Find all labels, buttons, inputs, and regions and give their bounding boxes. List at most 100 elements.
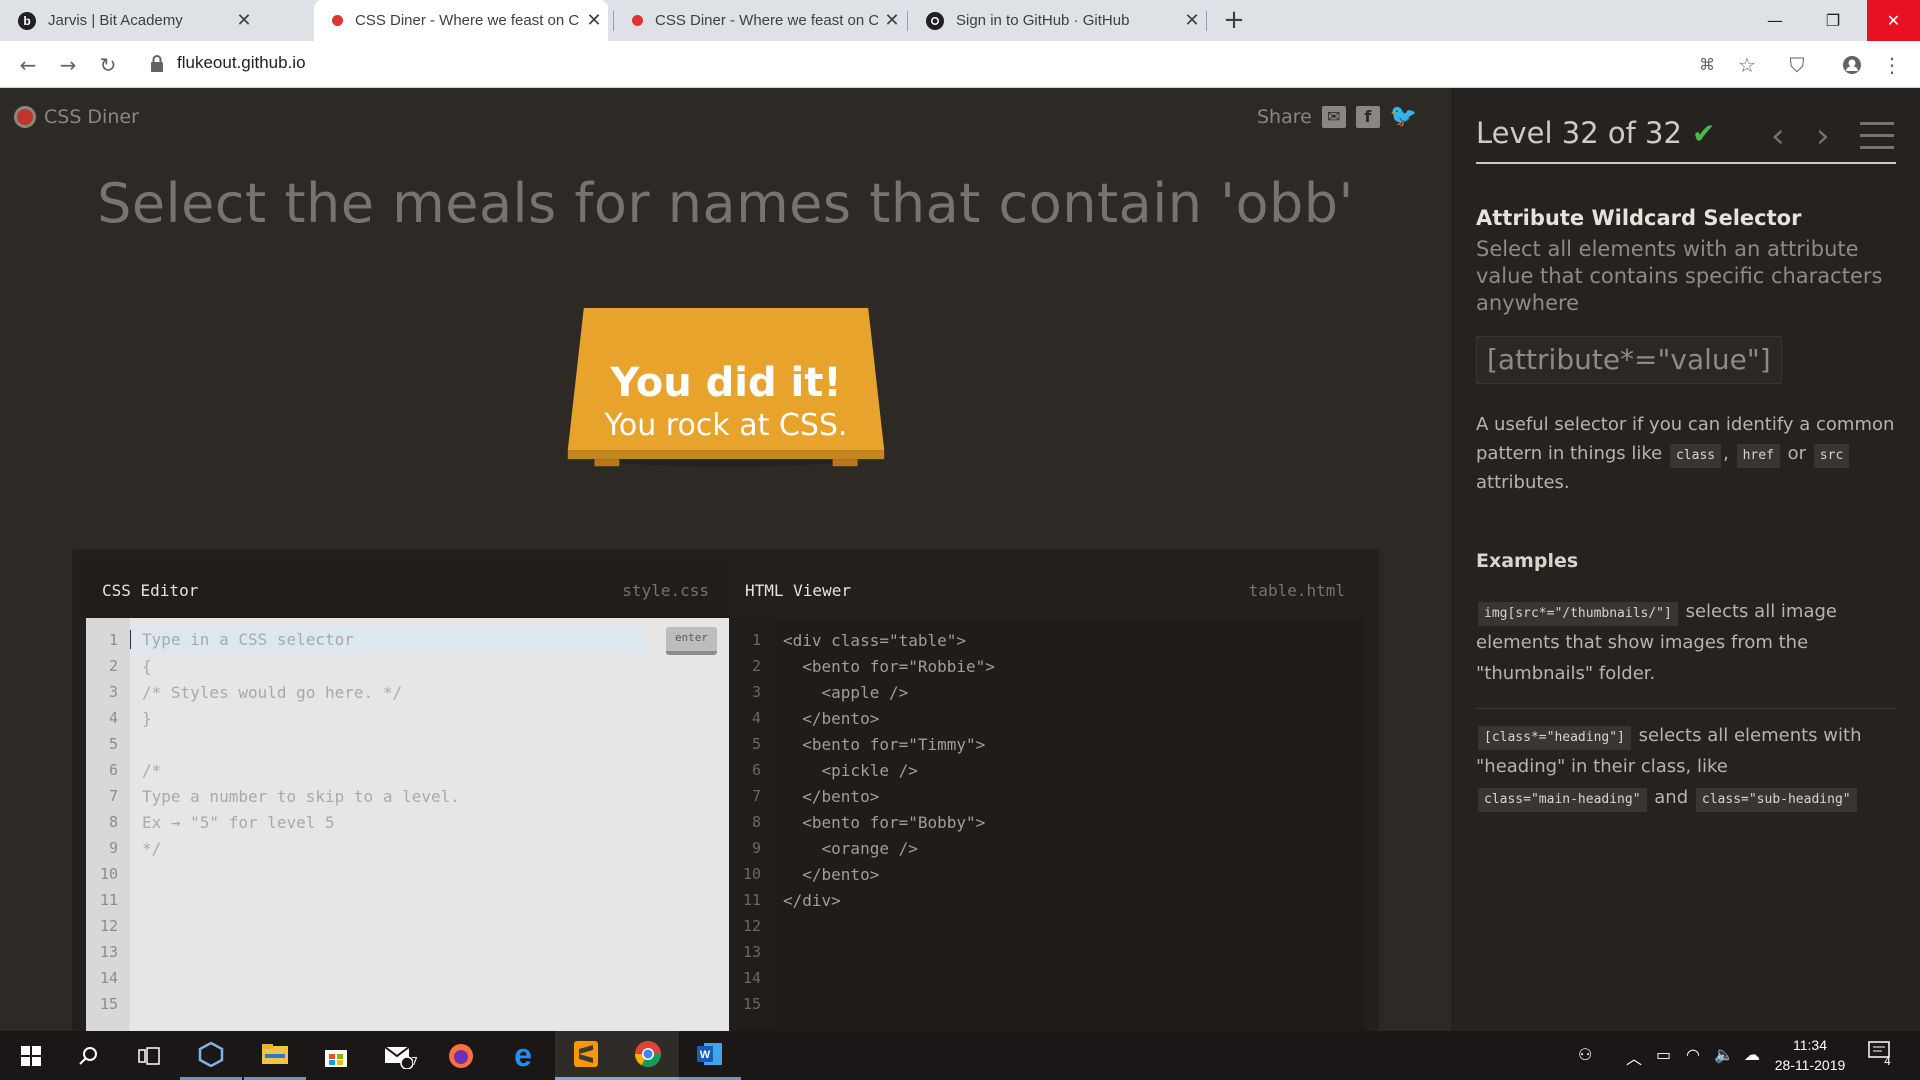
level-indicator: Level 32 of 32	[1476, 116, 1682, 150]
windows-start-icon[interactable]	[0, 1031, 62, 1080]
level-progress-bar	[1476, 162, 1896, 164]
account-icon[interactable]	[1838, 51, 1866, 79]
css-code-line: /*	[142, 761, 162, 780]
twitter-icon[interactable]: 🐦	[1390, 106, 1417, 128]
hint-separator: ,	[1723, 443, 1729, 464]
html-code-line[interactable]: <div class="table">	[783, 631, 966, 650]
line-number: 12	[99, 917, 118, 935]
microsoft-store-icon[interactable]	[305, 1031, 367, 1080]
firefox-icon[interactable]	[430, 1031, 492, 1080]
example-code: [class*="heading"]	[1478, 726, 1631, 750]
css-code-line: Type a number to skip to a level.	[142, 787, 460, 806]
html-code-line[interactable]: </div>	[783, 891, 841, 910]
examples-heading: Examples	[1476, 550, 1579, 572]
translate-icon[interactable]: ⌘	[1693, 51, 1721, 79]
progress-fill	[1476, 162, 1896, 164]
text-cursor	[130, 630, 131, 649]
html-code-line[interactable]: <bento for="Bobby">	[783, 813, 985, 832]
level-sidebar: Level 32 of 32 ✔ ‹ › Attribute Wildcard …	[1451, 88, 1920, 1031]
facebook-icon[interactable]: f	[1355, 106, 1380, 128]
css-selector-input[interactable]: Type in a CSS selector	[130, 627, 644, 653]
previous-level-icon[interactable]: ‹	[1771, 116, 1785, 156]
logo[interactable]: CSS Diner	[14, 106, 139, 128]
html-code-line[interactable]: <orange />	[783, 839, 918, 858]
mail-icon[interactable]: 7	[367, 1031, 429, 1080]
line-number: 3	[108, 683, 118, 701]
show-hidden-icons[interactable]: ︿	[1626, 1045, 1642, 1069]
line-number: 6	[108, 761, 118, 779]
line-number: 14	[99, 969, 118, 987]
word-icon[interactable]: W	[679, 1031, 741, 1080]
reload-icon[interactable]: ↻	[94, 51, 122, 79]
hint-code: class	[1669, 444, 1722, 468]
css-diner-icon	[332, 15, 343, 26]
hint-text: or	[1787, 443, 1807, 464]
chrome-icon[interactable]	[617, 1031, 679, 1080]
tab-title: CSS Diner - Where we feast on C	[655, 12, 878, 29]
volume-icon[interactable]: 🔈	[1714, 1045, 1734, 1064]
tab-jarvis[interactable]: b Jarvis | Bit Academy ✕	[0, 0, 258, 41]
sublime-text-icon[interactable]	[555, 1031, 617, 1080]
enter-button[interactable]: enter	[666, 627, 717, 655]
css-editor-body: 1 2 3 4 5 6 7 8 9 10 11 12 13 14 15 Type…	[86, 618, 729, 1031]
minimize-button[interactable]: —	[1752, 0, 1798, 41]
html-code-line[interactable]: </bento>	[783, 709, 879, 728]
wifi-icon[interactable]: ◠	[1686, 1045, 1700, 1064]
close-window-button[interactable]: ✕	[1867, 0, 1920, 41]
tab-github[interactable]: Sign in to GitHub · GitHub ✕	[908, 0, 1206, 41]
close-tab-icon[interactable]: ✕	[1178, 10, 1206, 31]
html-code-line[interactable]: </bento>	[783, 865, 879, 884]
battery-icon[interactable]: ▭	[1656, 1045, 1671, 1064]
mail-badge: 7	[411, 1055, 418, 1068]
html-code-line[interactable]: <apple />	[783, 683, 909, 702]
selector-hint: A useful selector if you can identify a …	[1476, 410, 1896, 497]
html-code-line[interactable]: </bento>	[783, 787, 879, 806]
level-menu-icon[interactable]	[1860, 122, 1894, 158]
logo-icon	[14, 106, 36, 128]
task-view-icon[interactable]	[118, 1031, 180, 1080]
share-label: Share	[1257, 106, 1312, 128]
html-code-line[interactable]: <bento for="Robbie">	[783, 657, 995, 676]
close-tab-icon[interactable]: ✕	[230, 10, 258, 31]
selector-syntax: [attribute*="value"]	[1476, 336, 1782, 384]
html-viewer-title: HTML Viewer	[745, 581, 851, 600]
line-number: 5	[108, 735, 118, 753]
game-area: CSS Diner Share ✉ f 🐦 Select the meals f…	[0, 88, 1451, 1031]
notifications-icon[interactable]: 4	[1868, 1041, 1891, 1068]
html-viewer-pane: HTML Viewer table.html 1 2 3 4 5 6 7 8 9…	[729, 561, 1365, 1031]
system-clock[interactable]: 11:34 28-11-2019	[1760, 1035, 1860, 1075]
new-tab-button[interactable]: +	[1220, 6, 1248, 34]
line-number: 7	[108, 787, 118, 805]
url-text[interactable]: flukeout.github.io	[177, 53, 306, 73]
dinner-table: You did it! You rock at CSS.	[548, 308, 904, 488]
back-arrow-icon[interactable]: ←	[14, 51, 42, 79]
html-code-line[interactable]: <bento for="Timmy">	[783, 735, 985, 754]
tab-css-diner-active[interactable]: CSS Diner - Where we feast on C ✕	[314, 0, 608, 41]
selector-title: Select all elements with an attribute va…	[1476, 237, 1883, 315]
star-icon[interactable]: ☆	[1733, 51, 1761, 79]
line-number: 9	[108, 839, 118, 857]
example-code: class="main-heading"	[1478, 788, 1647, 812]
next-level-icon[interactable]: ›	[1816, 116, 1830, 156]
file-explorer-icon[interactable]	[244, 1031, 306, 1080]
menu-kebab-icon[interactable]: ⋮	[1878, 51, 1906, 79]
css-editor-header: CSS Editor style.css	[86, 561, 729, 618]
close-tab-icon[interactable]: ✕	[878, 10, 906, 31]
close-tab-icon[interactable]: ✕	[580, 10, 608, 31]
example-code: img[src*="/thumbnails/"]	[1478, 602, 1678, 626]
email-icon[interactable]: ✉	[1321, 106, 1346, 128]
lock-icon[interactable]	[150, 55, 164, 77]
level-instruction: Select the meals for names that contain …	[97, 172, 1354, 235]
html-code-line[interactable]: <pickle />	[783, 761, 918, 780]
share-bar: Share ✉ f 🐦	[1257, 106, 1417, 128]
extension-shield-icon[interactable]: ⛉	[1783, 51, 1811, 79]
edge-icon[interactable]: e	[492, 1031, 554, 1080]
people-icon[interactable]: ⚇	[1578, 1045, 1592, 1064]
forward-arrow-icon[interactable]: →	[54, 51, 82, 79]
tab-css-diner[interactable]: CSS Diner - Where we feast on C ✕	[614, 0, 906, 41]
restore-button[interactable]: ❐	[1810, 0, 1856, 41]
onedrive-icon[interactable]: ☁	[1744, 1045, 1760, 1064]
virtualbox-icon[interactable]	[180, 1031, 242, 1080]
tab-title: CSS Diner - Where we feast on C	[355, 12, 580, 29]
search-icon[interactable]	[58, 1031, 120, 1080]
